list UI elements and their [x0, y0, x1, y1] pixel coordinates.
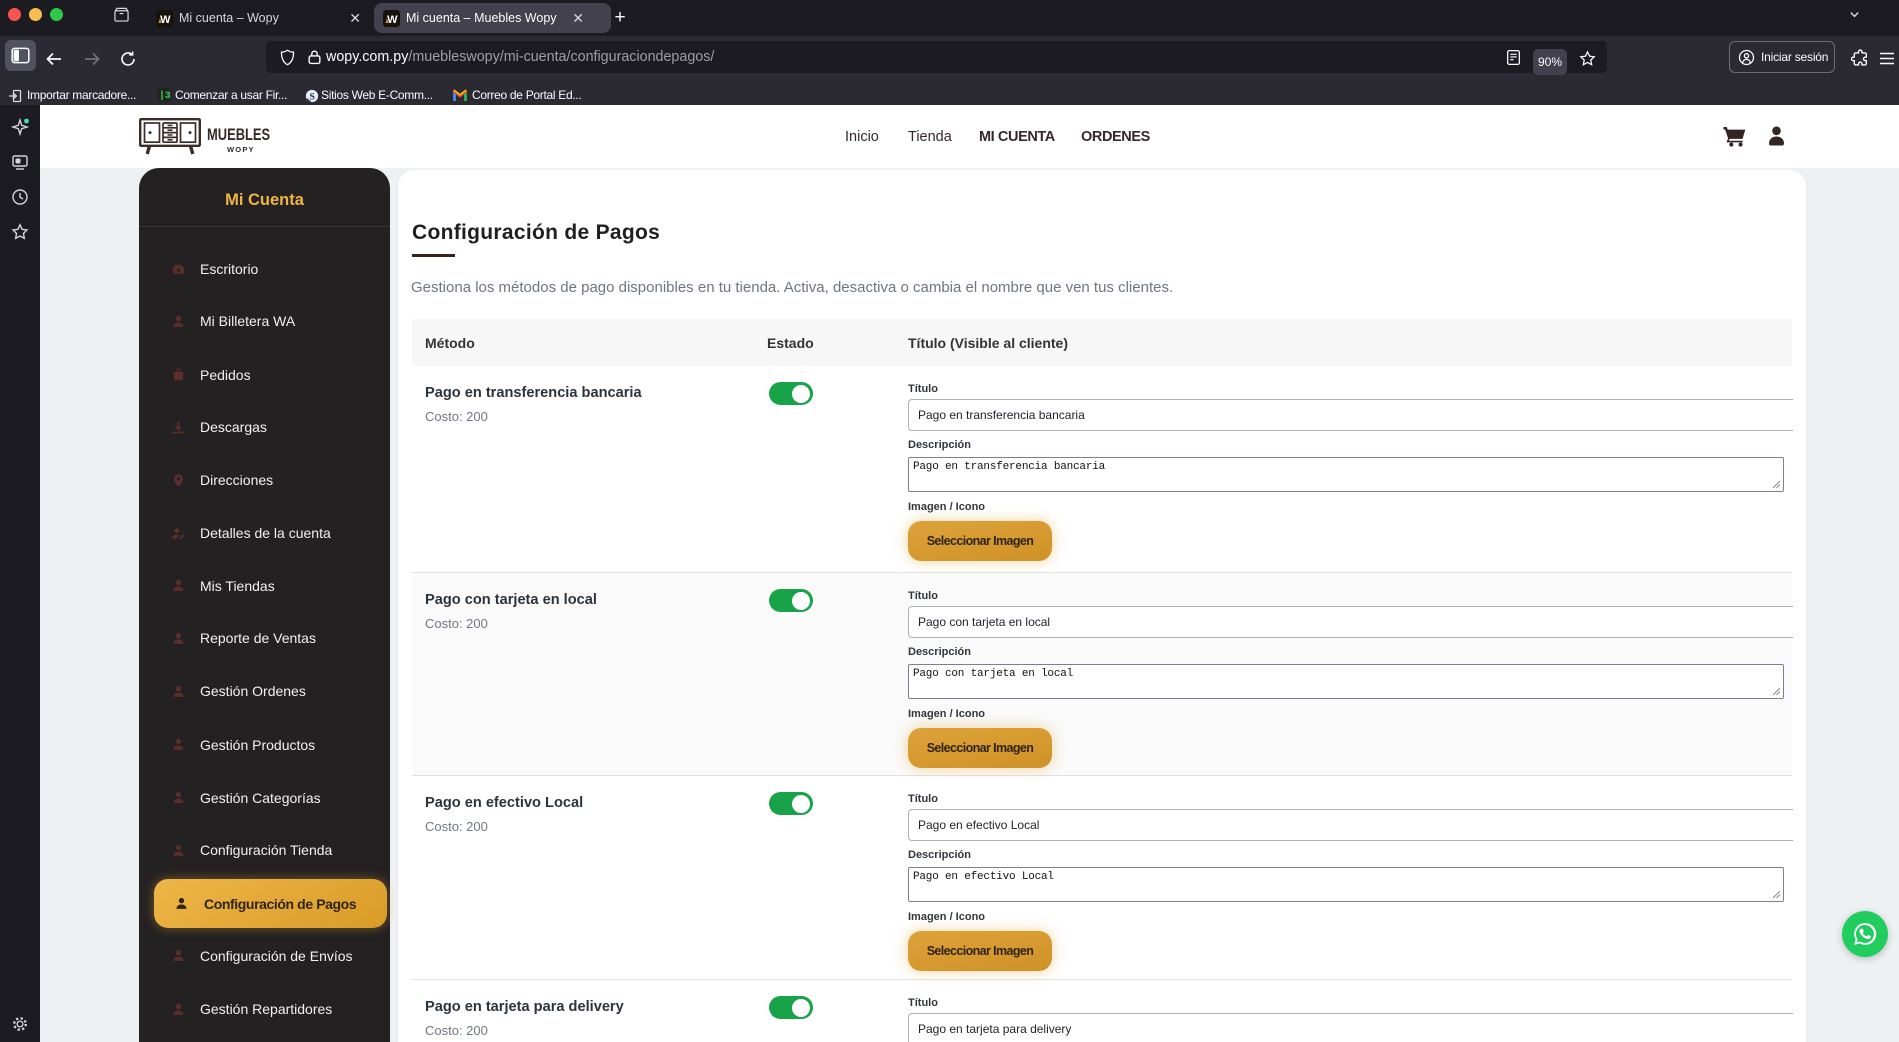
- svg-text:W: W: [160, 14, 171, 26]
- svg-text:W: W: [387, 14, 398, 26]
